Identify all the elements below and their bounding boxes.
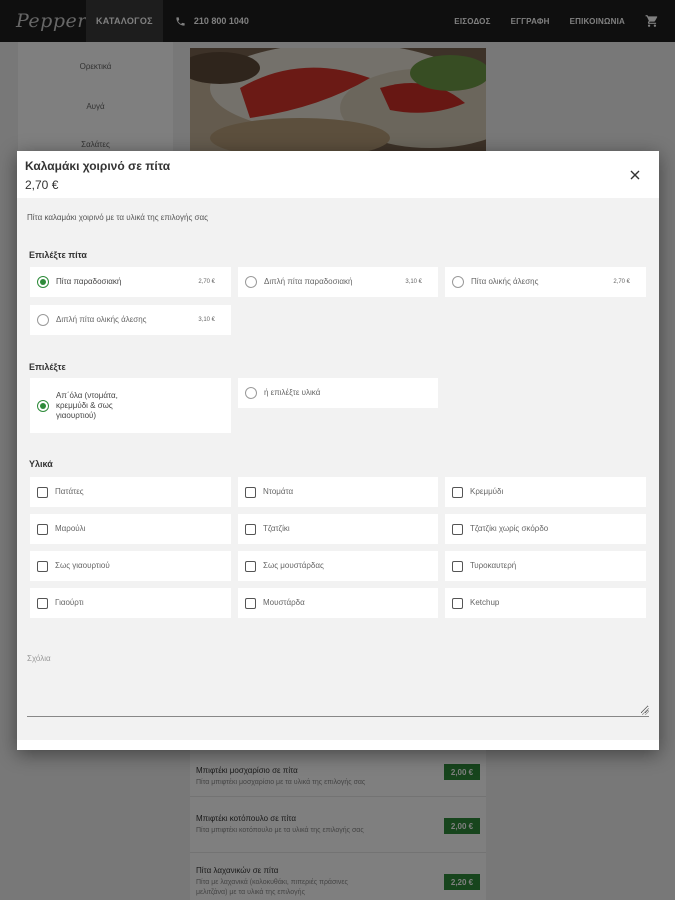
notes-underline (27, 716, 649, 717)
checkbox-ingredient[interactable]: Πατάτες (30, 477, 231, 507)
checkbox-ingredient[interactable]: Σως γιαουρτιού (30, 551, 231, 581)
option-label: Ντομάτα (263, 487, 294, 496)
checkbox[interactable] (37, 486, 48, 498)
modal-header: Καλαμάκι χοιρινό σε πίτα 2,70 € (17, 151, 659, 198)
checkbox[interactable] (452, 560, 463, 572)
checkbox[interactable] (245, 560, 256, 572)
modal-title: Καλαμάκι χοιρινό σε πίτα (25, 159, 171, 173)
modal-footer (17, 740, 659, 750)
option-label: Μαρούλι (55, 524, 86, 533)
radio-option-pita[interactable]: Διπλή πίτα ολικής άλεσης 3,10 € (30, 305, 231, 335)
option-label: Διπλή πίτα παραδοσιακή (264, 277, 353, 286)
notes-textarea[interactable] (27, 666, 649, 714)
option-label: Τζατζίκι χωρίς σκόρδο (470, 524, 549, 533)
option-price: 2,70 € (198, 279, 215, 285)
close-button[interactable] (624, 164, 646, 186)
checkbox[interactable] (245, 486, 256, 498)
option-price: 3,10 € (198, 317, 215, 323)
product-options-modal: Καλαμάκι χοιρινό σε πίτα 2,70 € Πίτα καλ… (17, 151, 659, 750)
checkbox-ingredient[interactable]: Μαρούλι (30, 514, 231, 544)
option-price: 2,70 € (613, 279, 630, 285)
notes-label: Σχόλια (27, 654, 51, 663)
option-label: Πατάτες (55, 487, 84, 496)
radio-button[interactable] (37, 276, 49, 288)
checkbox-ingredient[interactable]: Τζατζίκι (238, 514, 438, 544)
option-label: Κρεμμύδι (470, 487, 504, 496)
option-label: ή επιλέξτε υλικά (264, 388, 321, 397)
option-label-line: Απ΄όλα (ντομάτα, (56, 390, 118, 400)
close-icon (630, 170, 640, 180)
option-label: Τζατζίκι (263, 524, 290, 533)
option-label: Απ΄όλα (ντομάτα, κρεμμύδι & σως γιαουρτι… (56, 391, 231, 421)
checkbox-ingredient[interactable]: Μουστάρδα (238, 588, 438, 618)
section-title-ingredients: Υλικά (29, 459, 53, 469)
checkbox[interactable] (245, 523, 256, 535)
option-label: Σως μουστάρδας (263, 561, 324, 570)
option-label: Διπλή πίτα ολικής άλεσης (56, 315, 147, 324)
option-label: Μουστάρδα (263, 598, 305, 607)
checkbox[interactable] (245, 597, 256, 609)
checkbox[interactable] (37, 597, 48, 609)
checkbox[interactable] (37, 523, 48, 535)
option-label-line: γιαουρτιού) (56, 410, 97, 420)
checkbox-ingredient[interactable]: Σως μουστάρδας (238, 551, 438, 581)
option-label-line: κρεμμύδι & σως (56, 400, 113, 410)
checkbox[interactable] (37, 560, 48, 572)
checkbox-ingredient[interactable]: Ketchup (445, 588, 646, 618)
radio-button[interactable] (452, 276, 464, 288)
radio-button[interactable] (37, 314, 49, 326)
checkbox[interactable] (452, 597, 463, 609)
modal-price: 2,70 € (25, 178, 59, 192)
checkbox[interactable] (452, 523, 463, 535)
option-label: Γιαούρτι (55, 598, 84, 607)
option-label: Σως γιαουρτιού (55, 561, 110, 570)
radio-option-pita[interactable]: Διπλή πίτα παραδοσιακή 3,10 € (238, 267, 438, 297)
radio-button[interactable] (245, 387, 257, 399)
option-label: Τυροκαυτερή (470, 561, 517, 570)
option-label: Πίτα ολικής άλεσης (471, 277, 539, 286)
resize-handle-icon[interactable] (642, 708, 649, 715)
section-title-choose: Επιλέξτε (29, 362, 66, 372)
radio-option-all[interactable]: Απ΄όλα (ντομάτα, κρεμμύδι & σως γιαουρτι… (30, 378, 231, 433)
checkbox-ingredient[interactable]: Κρεμμύδι (445, 477, 646, 507)
radio-button[interactable] (37, 399, 49, 412)
radio-button[interactable] (245, 276, 257, 288)
radio-option-custom[interactable]: ή επιλέξτε υλικά (238, 378, 438, 408)
radio-option-pita[interactable]: Πίτα ολικής άλεσης 2,70 € (445, 267, 646, 297)
option-label: Ketchup (470, 598, 500, 607)
option-label: Πίτα παραδοσιακή (56, 277, 122, 286)
section-title-pita: Επιλέξτε πίτα (29, 250, 87, 260)
checkbox-ingredient[interactable]: Τυροκαυτερή (445, 551, 646, 581)
option-price: 3,10 € (405, 279, 422, 285)
radio-option-pita[interactable]: Πίτα παραδοσιακή 2,70 € (30, 267, 231, 297)
product-description: Πίτα καλαμάκι χοιρινό με τα υλικά της επ… (27, 213, 208, 222)
checkbox-ingredient[interactable]: Ντομάτα (238, 477, 438, 507)
checkbox[interactable] (452, 486, 463, 498)
checkbox-ingredient[interactable]: Γιαούρτι (30, 588, 231, 618)
checkbox-ingredient[interactable]: Τζατζίκι χωρίς σκόρδο (445, 514, 646, 544)
